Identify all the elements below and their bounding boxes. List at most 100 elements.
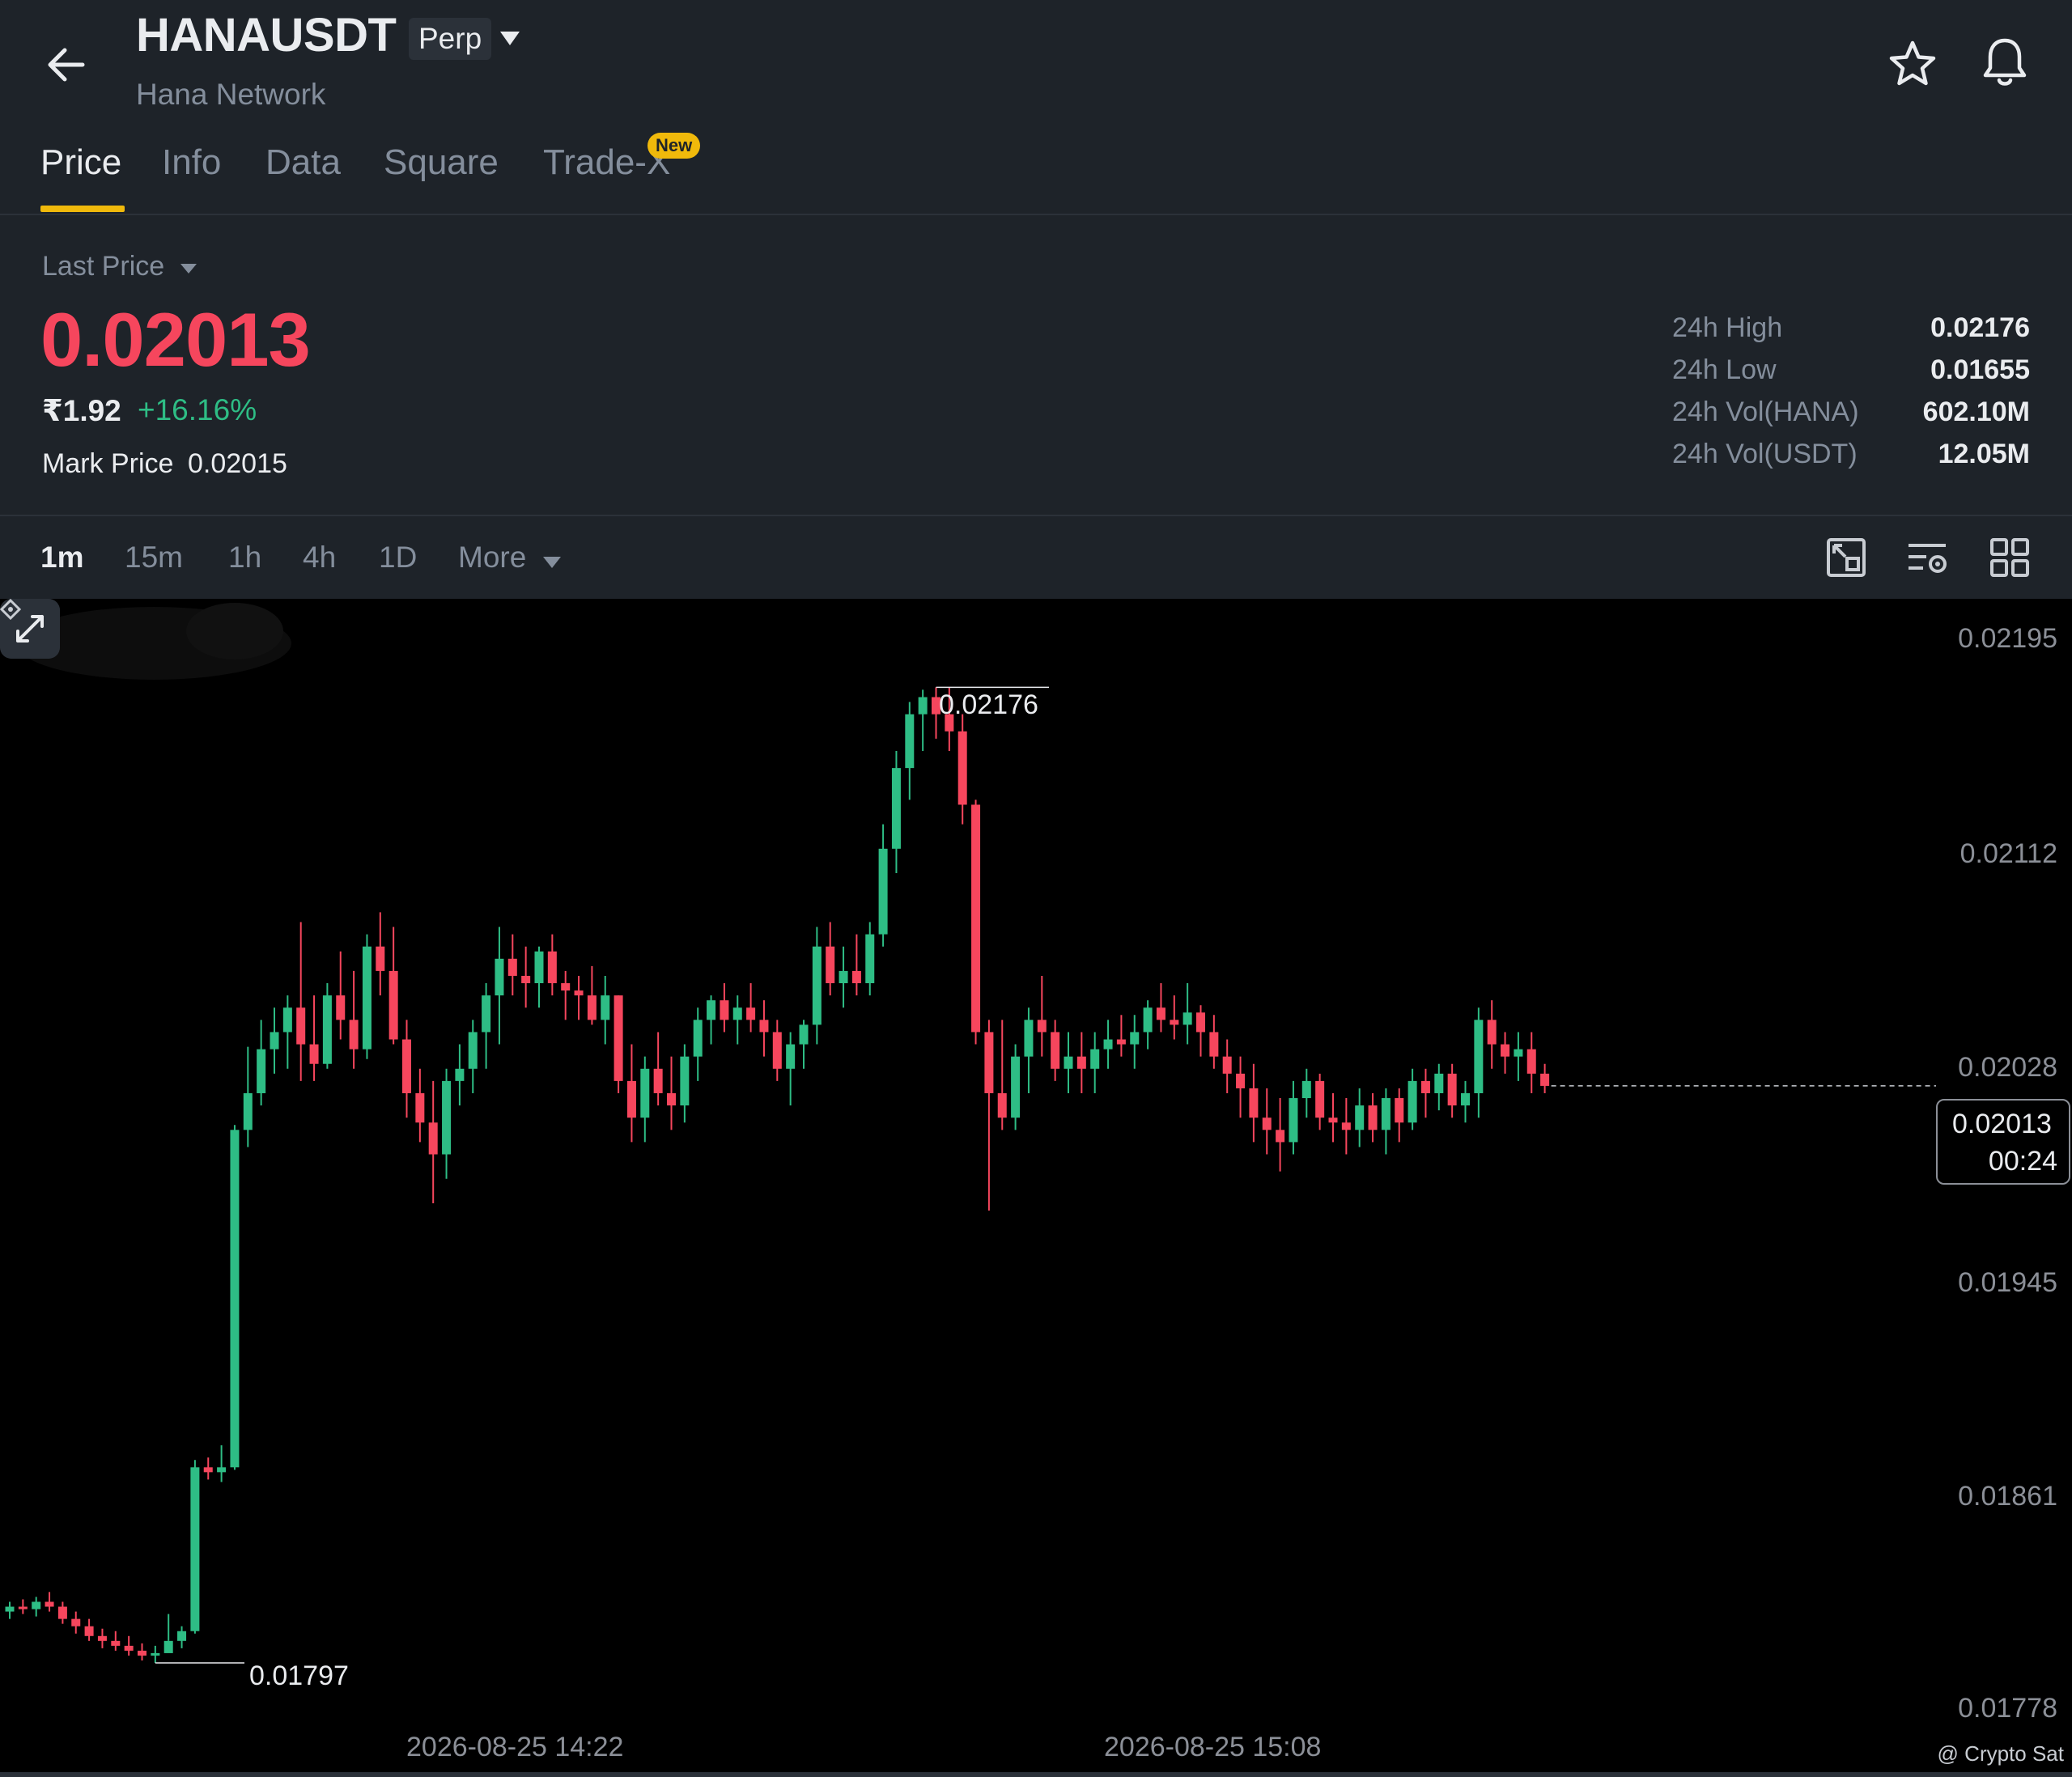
caret-down-icon[interactable]	[542, 555, 562, 570]
contract-badge: Perp	[409, 18, 492, 60]
candle	[812, 927, 822, 1045]
candle	[1170, 995, 1179, 1040]
grid-layout-icon[interactable]	[1988, 536, 2032, 579]
candle	[918, 689, 928, 751]
interval-15m[interactable]: 15m	[125, 541, 183, 575]
candle	[534, 946, 544, 1008]
mark-price-value: 0.02015	[188, 448, 287, 479]
candle	[1116, 1015, 1126, 1057]
candle	[203, 1457, 213, 1480]
candle	[1514, 1032, 1523, 1081]
candle	[217, 1445, 227, 1482]
interval-4h[interactable]: 4h	[303, 541, 336, 575]
candle	[507, 934, 517, 996]
candle	[190, 1460, 200, 1634]
candle	[1236, 1056, 1246, 1118]
tab-bar: Price Info Data Square Trade-X	[0, 138, 2072, 215]
stat-label-24h-low: 24h Low	[1672, 354, 1777, 385]
candle	[826, 922, 835, 996]
candle	[1037, 975, 1047, 1057]
candle	[376, 912, 385, 996]
candle	[243, 1046, 253, 1147]
candle	[759, 1000, 769, 1057]
candle	[57, 1601, 67, 1624]
network-name: Hana Network	[136, 78, 326, 111]
bell-icon[interactable]	[1980, 36, 2030, 89]
candle	[891, 750, 901, 874]
candle	[1408, 1068, 1417, 1130]
caret-down-icon[interactable]	[499, 29, 521, 49]
candle	[495, 927, 504, 1045]
candle	[693, 1007, 703, 1081]
interval-1d[interactable]: 1D	[379, 541, 417, 575]
candle	[878, 824, 888, 947]
candle	[1103, 1020, 1113, 1069]
last-price: 0.02013	[40, 297, 311, 382]
tab-data[interactable]: Data	[265, 142, 341, 183]
candle-countdown: 00:24	[1988, 1146, 2057, 1177]
candle	[1315, 1073, 1325, 1130]
y-tick: 0.02112	[1959, 838, 2057, 869]
candle	[1209, 1015, 1219, 1069]
candle	[1474, 1007, 1484, 1118]
tab-square[interactable]: Square	[384, 142, 499, 183]
candle	[1222, 1039, 1232, 1093]
candle	[1487, 1000, 1497, 1069]
candle	[138, 1643, 146, 1660]
interval-1m[interactable]: 1m	[40, 541, 83, 575]
candle	[1196, 1005, 1205, 1057]
candle	[1276, 1098, 1285, 1172]
candle	[626, 1044, 636, 1143]
candle	[1461, 1080, 1470, 1123]
active-tab-indicator	[40, 206, 125, 212]
candle	[707, 995, 716, 1045]
tab-price[interactable]: Price	[40, 142, 121, 183]
candle	[296, 922, 306, 1081]
indicator-settings-icon[interactable]	[1905, 536, 1949, 579]
interval-1h[interactable]: 1h	[228, 541, 261, 575]
candle	[1156, 983, 1166, 1033]
candle	[746, 983, 756, 1033]
candle	[1381, 1088, 1391, 1155]
mark-price-label: Mark Price	[42, 448, 174, 479]
candle	[1540, 1063, 1550, 1093]
candle	[362, 934, 372, 1059]
candle	[521, 946, 531, 1008]
star-icon[interactable]	[1887, 39, 1938, 89]
candle	[322, 983, 332, 1069]
candle	[587, 965, 597, 1025]
caret-down-icon[interactable]	[180, 262, 197, 275]
high-marker-label: 0.02176	[939, 689, 1038, 720]
candle	[561, 970, 571, 1020]
credit-text: @ Crypto Sat	[1937, 1741, 2064, 1766]
arrow-left-icon[interactable]	[42, 40, 91, 89]
candle	[547, 934, 557, 996]
tab-info[interactable]: Info	[162, 142, 221, 183]
candle	[732, 995, 742, 1045]
y-tick: 0.01945	[1958, 1267, 2057, 1298]
candle	[482, 983, 491, 1069]
candle	[1011, 1044, 1021, 1130]
candle	[1420, 1068, 1430, 1118]
candle	[1368, 1092, 1378, 1143]
candle	[442, 1068, 452, 1179]
candle	[720, 983, 729, 1033]
candle	[84, 1618, 94, 1641]
price-type-selector[interactable]: Last Price	[42, 251, 164, 282]
candle	[653, 1032, 663, 1106]
fullscreen-chart-icon[interactable]	[1824, 536, 1868, 579]
candle	[1090, 1032, 1100, 1093]
interval-more[interactable]: More	[458, 541, 526, 575]
stat-label-24h-vol-usdt: 24h Vol(USDT)	[1672, 439, 1858, 469]
candlestick-chart[interactable]: 0.02195 0.02112 0.02028 0.01945 0.01861 …	[0, 599, 2072, 1777]
candle	[680, 1044, 690, 1123]
candle	[1434, 1063, 1444, 1111]
candle	[614, 995, 623, 1093]
candle	[97, 1628, 107, 1648]
candle	[640, 1056, 650, 1143]
candle	[997, 1020, 1007, 1130]
interval-bar: 1m 15m 1h 4h 1D More	[0, 515, 2072, 599]
candle	[1051, 1020, 1060, 1081]
candle	[772, 1020, 782, 1081]
symbol-title[interactable]: HANAUSDT	[136, 8, 397, 62]
